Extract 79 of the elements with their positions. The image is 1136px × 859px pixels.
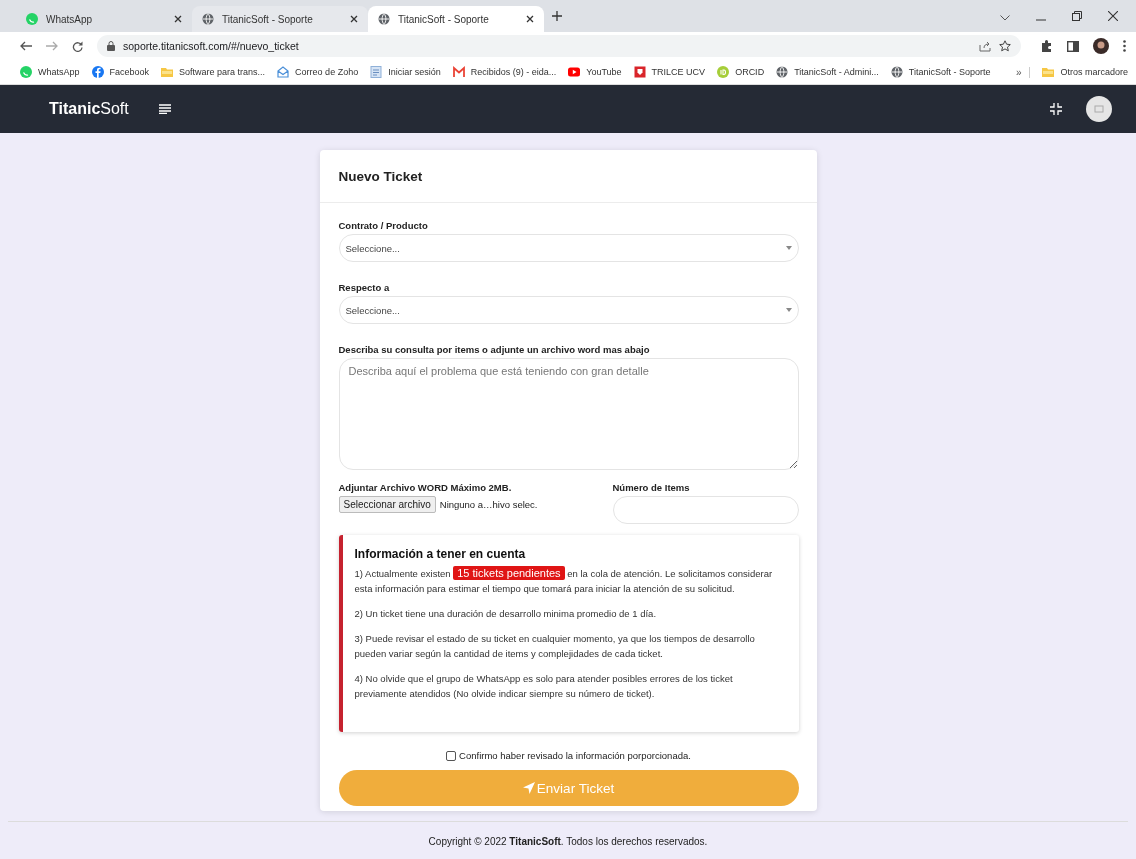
globe-icon	[890, 66, 903, 78]
id-icon	[717, 66, 730, 78]
close-icon[interactable]	[350, 15, 358, 23]
pending-badge: 15 tickets pendientes	[453, 566, 565, 580]
brand-logo[interactable]: TitanicSoft	[49, 100, 129, 118]
star-icon[interactable]	[999, 40, 1011, 52]
bookmark[interactable]: Software para trans...	[161, 66, 266, 78]
address-bar[interactable]: soporte.titanicsoft.com/#/nuevo_ticket	[97, 35, 1021, 57]
folder-icon	[161, 66, 174, 78]
avatar-icon[interactable]	[1086, 96, 1112, 122]
caret-icon	[785, 308, 792, 312]
description-field[interactable]: Describa aquí el problema que está teniendo con gran detalle	[338, 358, 799, 470]
checkbox-label: Confirmo haber revisado la información porporcionada.	[459, 750, 691, 761]
bookmark[interactable]: ORCID	[717, 66, 765, 78]
info-text: en la cola de atención. Le solicitamos considerar	[567, 568, 773, 579]
close-icon[interactable]	[174, 15, 182, 23]
info-title: Información a tener en cuenta	[354, 547, 527, 562]
document-icon	[370, 66, 383, 78]
globe-icon	[776, 66, 789, 78]
share-icon[interactable]	[979, 40, 991, 52]
video-play-icon	[568, 66, 581, 78]
choose-file-button[interactable]: Seleccionar archivo	[338, 496, 436, 513]
globe-icon	[202, 13, 214, 25]
facebook-icon	[91, 66, 104, 78]
copyright-text: Copyright © 2022 TitanicSoft. Todos los derechos reservados.	[428, 835, 708, 847]
folder-icon	[1042, 66, 1055, 78]
field-label: Contrato / Producto	[338, 220, 429, 231]
browser-tab[interactable]: TitanicSoft - Soporte	[368, 6, 544, 32]
collapse-icon[interactable]	[1050, 103, 1062, 115]
bookmark[interactable]: TitanicSoft - Soporte	[890, 66, 991, 78]
puzzle-icon[interactable]	[1041, 40, 1053, 52]
globe-icon	[378, 13, 390, 25]
field-label: Respecto a	[338, 282, 391, 293]
mail-icon	[452, 66, 465, 78]
items-field[interactable]	[612, 496, 799, 524]
bookmark[interactable]: WhatsApp	[20, 66, 80, 78]
avatar-icon[interactable]	[1093, 38, 1109, 54]
bookmark[interactable]: Facebook	[91, 66, 150, 78]
bookmark[interactable]: YouTube	[568, 66, 622, 78]
bookmark[interactable]: TitanicSoft - Admini...	[776, 66, 879, 78]
bookmark[interactable]: Recibidos (9) - eida...	[452, 66, 557, 78]
bookmark[interactable]: TRILCE UCV	[633, 66, 706, 78]
caret-icon	[785, 246, 792, 250]
close-icon[interactable]	[526, 15, 534, 23]
envelope-icon	[277, 66, 290, 78]
bookmark[interactable]: Correo de Zoho	[277, 66, 359, 78]
checkbox[interactable]	[446, 750, 457, 761]
tab-title: WhatsApp	[46, 13, 94, 25]
chat-icon	[20, 66, 32, 78]
field-label: Número de Items	[612, 482, 691, 493]
url-text: soporte.titanicsoft.com/#/nuevo_ticket	[123, 40, 299, 52]
info-text: 2) Un ticket tiene una duración de desarrollo minima promedio de 1 día.	[354, 608, 657, 619]
close-icon[interactable]	[1108, 11, 1118, 21]
menu-icon[interactable]	[158, 104, 171, 114]
field-label: Adjuntar Archivo WORD Máximo 2MB.	[338, 482, 513, 493]
lock-icon	[107, 41, 115, 51]
bookmarks-overflow[interactable]: »	[1015, 66, 1031, 78]
reload-icon[interactable]	[72, 40, 83, 52]
restore-icon[interactable]	[1072, 11, 1082, 21]
bookmark-folder[interactable]: Otros marcadore	[1042, 66, 1128, 78]
tab-title: TitanicSoft - Soporte	[222, 13, 314, 25]
tab-title: TitanicSoft - Soporte	[398, 13, 490, 25]
send-icon	[522, 782, 535, 794]
menu-icon[interactable]	[1123, 40, 1126, 52]
chevron-down-icon[interactable]	[1000, 15, 1010, 21]
chat-icon	[26, 13, 38, 25]
plus-icon[interactable]	[552, 11, 562, 21]
sidebar-icon[interactable]	[1067, 40, 1079, 52]
shield-icon	[633, 66, 646, 78]
card-title: Nuevo Ticket	[338, 168, 423, 184]
info-text: 3) Puede revisar el estado de su ticket en cualquier momento, ya que los tiempos de desarrollo pueden variar según la cantidad de items y complejidades de cada ticket.	[354, 633, 755, 659]
file-status: Ninguno a…hivo selec.	[439, 499, 538, 510]
field-label: Describa su consulta por items o adjunte un archivo word mas abajo	[338, 344, 651, 355]
info-text: 1) Actualmente existen	[354, 568, 451, 579]
bookmark[interactable]: Iniciar sesión	[370, 66, 441, 78]
browser-tab[interactable]: TitanicSoft - Soporte	[192, 6, 368, 32]
info-text: esta información para estimar el tiempo que tomará para iniciar la atención de su solicitud.	[354, 582, 736, 596]
back-icon[interactable]	[20, 41, 32, 51]
info-text: 4) No olvide que el grupo de WhatsApp es solo para atender posibles errores de los ticket previamente atendidos (No olvide indicar siempre su número de ticket).	[354, 673, 733, 699]
